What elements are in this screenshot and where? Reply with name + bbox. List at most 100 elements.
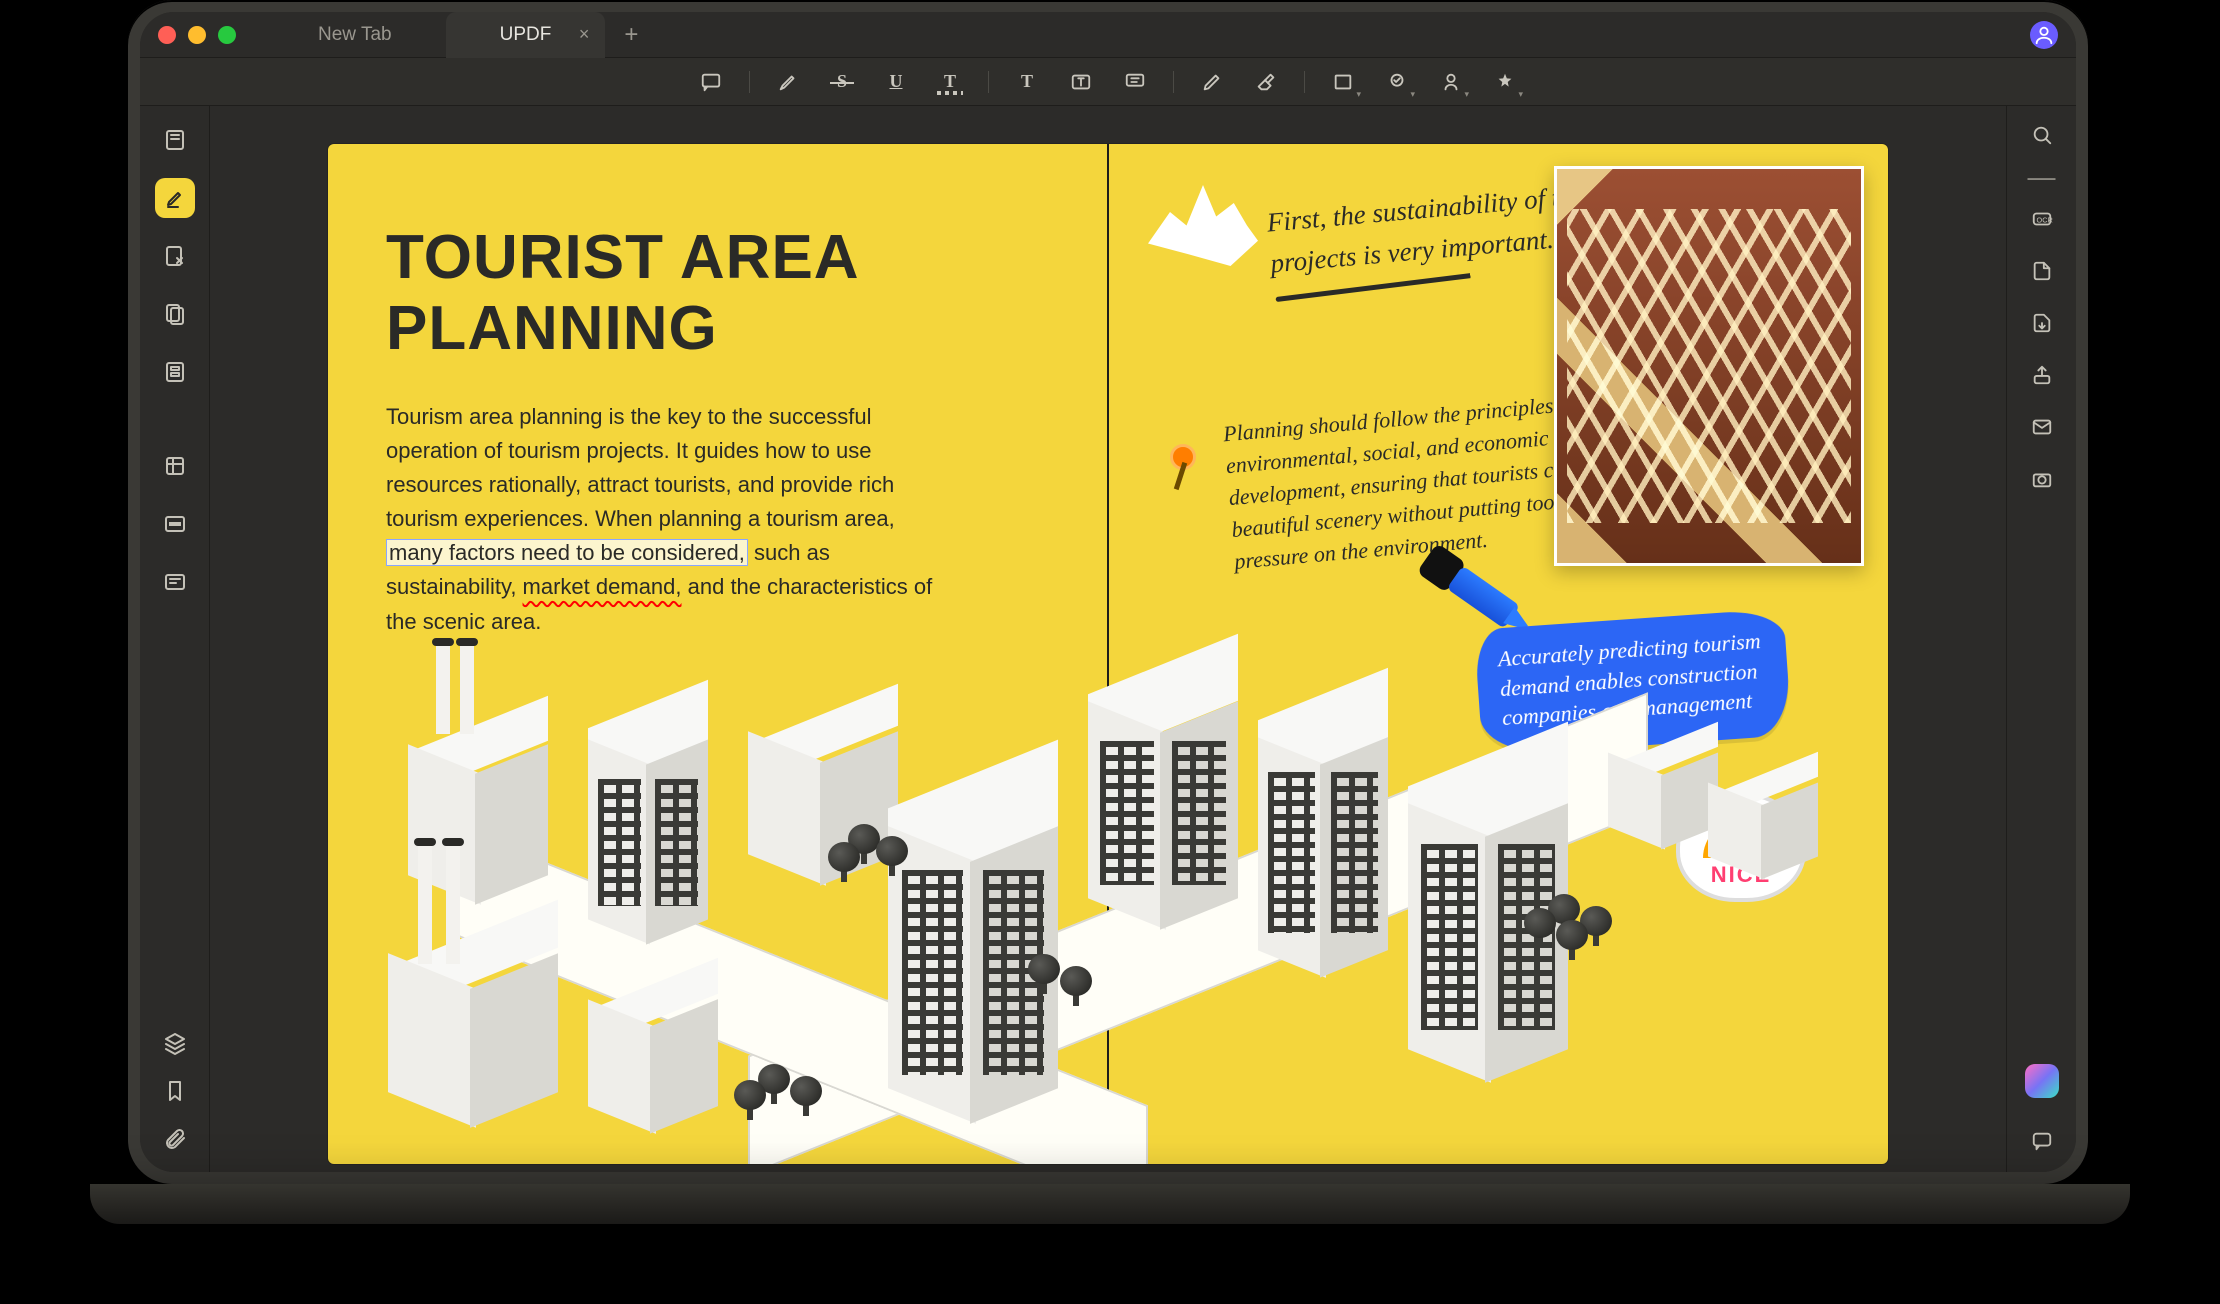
strikethrough-tool[interactable]: S [826,66,858,98]
para-segment: Tourism area planning is the key to the … [386,404,895,531]
window-zoom-button[interactable] [218,26,236,44]
sticker-tool[interactable]: ▾ [1489,66,1521,98]
laptop-frame: New Tab UPDF × + S U T T [128,0,2088,1184]
page-right: First, the sustainability of tourism pro… [1108,144,1888,1164]
tab-updf[interactable]: UPDF × [446,12,606,58]
svg-text:OCR: OCR [2036,216,2052,225]
export-panel[interactable] [2027,308,2057,338]
tab-new[interactable]: New Tab [264,12,446,58]
screenshot-panel[interactable] [2027,464,2057,494]
doc-paragraph: Tourism area planning is the key to the … [386,400,946,639]
doc-title: TOURIST AREA PLANNING [386,222,1050,364]
page-spread: TOURIST AREA PLANNING Tourism area plann… [328,144,1888,1164]
pencil-icon [1201,71,1223,93]
chevron-down-icon: ▾ [1410,89,1415,100]
laptop-base [90,1184,2130,1224]
attachment-button[interactable] [160,1124,190,1154]
origami-sticker[interactable] [1148,176,1258,266]
right-sidebar: — OCR [2006,106,2076,1172]
annotate-mode[interactable] [155,178,195,218]
form-icon [163,360,187,384]
paperclip-icon [163,1127,187,1151]
signature-tool[interactable]: ▾ [1435,66,1467,98]
crop-icon [163,454,187,478]
tab-label: New Tab [318,24,392,46]
layers-button[interactable] [160,1028,190,1058]
camera-icon [2031,468,2053,490]
highlighter-icon [777,71,799,93]
rectangle-icon [1332,71,1354,93]
textbox-tool[interactable] [1065,66,1097,98]
chevron-down-icon: ▾ [1356,89,1361,100]
scan-icon [163,570,187,594]
bookmark-icon [163,1079,187,1103]
window-traffic-lights [158,26,236,44]
stamp-icon [1386,71,1408,93]
marker-highlight-note[interactable]: Accurately predicting tourism demand ena… [1474,608,1792,756]
pages-icon [163,302,187,326]
layers-icon [163,1031,187,1055]
edit-mode[interactable] [155,236,195,276]
search-icon [2031,124,2053,146]
bookmark-button[interactable] [160,1076,190,1106]
file-panel[interactable] [2027,256,2057,286]
chat-button[interactable] [2027,1126,2057,1156]
collapse-button[interactable]: — [2028,172,2056,182]
ai-assistant-button[interactable] [2025,1064,2059,1098]
highlighter-icon [163,186,187,210]
toolbar-divider [1304,71,1305,93]
toolbar-divider [1173,71,1174,93]
textbox-icon [1070,71,1092,93]
search-button[interactable] [2027,120,2057,150]
annotation-toolbar: S U T T ▾ ▾ ▾ ▾ [140,58,2076,106]
add-tab-button[interactable]: + [615,21,647,49]
ocr-icon: OCR [2031,208,2053,230]
crop-mode[interactable] [155,446,195,486]
ocr-mode[interactable] [155,562,195,602]
speech-bubble-icon [700,71,722,93]
page-left: TOURIST AREA PLANNING Tourism area plann… [328,144,1108,1164]
comment-tool[interactable] [695,66,727,98]
edit-page-icon [163,244,187,268]
user-icon [2033,24,2055,46]
ocr-panel[interactable]: OCR [2027,204,2057,234]
redact-mode[interactable] [155,504,195,544]
highlight-tool[interactable] [772,66,804,98]
titlebar: New Tab UPDF × + [140,12,2076,58]
left-sidebar [140,106,210,1172]
redact-icon [163,512,187,536]
document-canvas[interactable]: TOURIST AREA PLANNING Tourism area plann… [210,106,2006,1172]
sticker-icon [1494,71,1516,93]
book-icon [163,128,187,152]
window-close-button[interactable] [158,26,176,44]
callout-icon [1124,71,1146,93]
eraser-icon [1255,71,1277,93]
signature-icon [1440,71,1462,93]
squiggly-annotation[interactable]: market demand, [523,574,682,599]
stamp-tool[interactable]: ▾ [1381,66,1413,98]
highlight-annotation[interactable]: many factors need to be considered, [386,539,748,566]
organize-mode[interactable] [155,294,195,334]
underline-tool[interactable]: U [880,66,912,98]
share-panel[interactable] [2027,360,2057,390]
squiggly-tool[interactable]: T [934,66,966,98]
rainbow-nice-sticker[interactable]: NICE [1676,792,1806,902]
window-minimize-button[interactable] [188,26,206,44]
toolbar-divider [749,71,750,93]
close-tab-icon[interactable]: × [579,24,590,45]
nice-label: NICE [1711,862,1772,888]
form-mode[interactable] [155,352,195,392]
pencil-tool[interactable] [1196,66,1228,98]
eraser-tool[interactable] [1250,66,1282,98]
text-tool[interactable]: T [1011,66,1043,98]
callout-tool[interactable] [1119,66,1151,98]
reader-mode[interactable] [155,120,195,160]
tab-label: UPDF [500,24,552,46]
mail-panel[interactable] [2027,412,2057,442]
shape-tool[interactable]: ▾ [1327,66,1359,98]
left-sidebar-bottom [160,1028,190,1154]
chevron-down-icon: ▾ [1464,89,1469,100]
construction-photo[interactable] [1554,166,1864,566]
pushpin-sticker[interactable] [1156,444,1206,494]
account-avatar[interactable] [2030,21,2058,49]
